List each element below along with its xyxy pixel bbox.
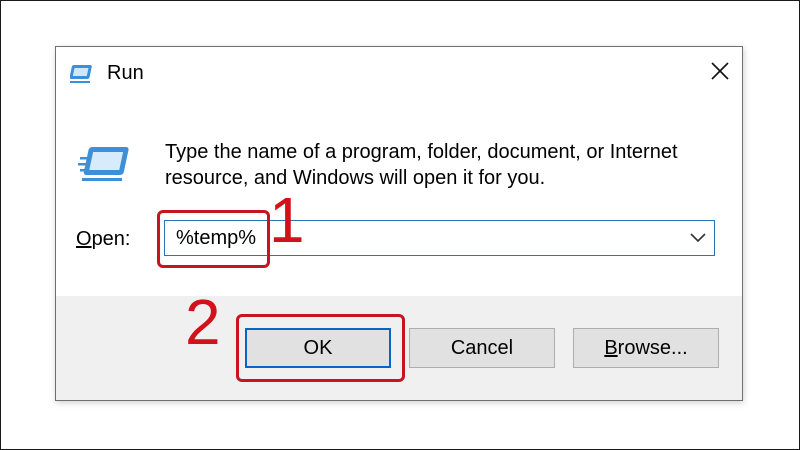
step-number-2: 2 [185, 286, 221, 358]
button-bar: OK Cancel Browse... [56, 296, 742, 400]
run-icon [69, 61, 96, 85]
dialog-title: Run [107, 62, 144, 84]
run-dialog: Run Type the name of a program, folder, … [55, 46, 743, 401]
dropdown-button[interactable] [688, 228, 708, 248]
open-label-accelerator: O [76, 228, 92, 250]
run-icon [78, 143, 134, 183]
open-label: Open: [76, 228, 131, 251]
ok-button[interactable]: OK [245, 328, 391, 368]
dialog-description: Type the name of a program, folder, docu… [165, 141, 678, 189]
chevron-down-icon [690, 233, 706, 243]
open-label-text: pen: [91, 228, 131, 250]
browse-accelerator: B [604, 336, 618, 359]
title-bar: Run [56, 47, 742, 99]
close-button[interactable] [706, 57, 734, 85]
cancel-button[interactable]: Cancel [409, 328, 555, 368]
step-number-1: 1 [269, 184, 305, 256]
browse-label: rowse... [617, 336, 688, 359]
open-combobox[interactable] [164, 220, 715, 256]
open-input[interactable] [176, 221, 676, 255]
browse-button[interactable]: Browse... [573, 328, 719, 368]
close-icon [711, 62, 729, 80]
